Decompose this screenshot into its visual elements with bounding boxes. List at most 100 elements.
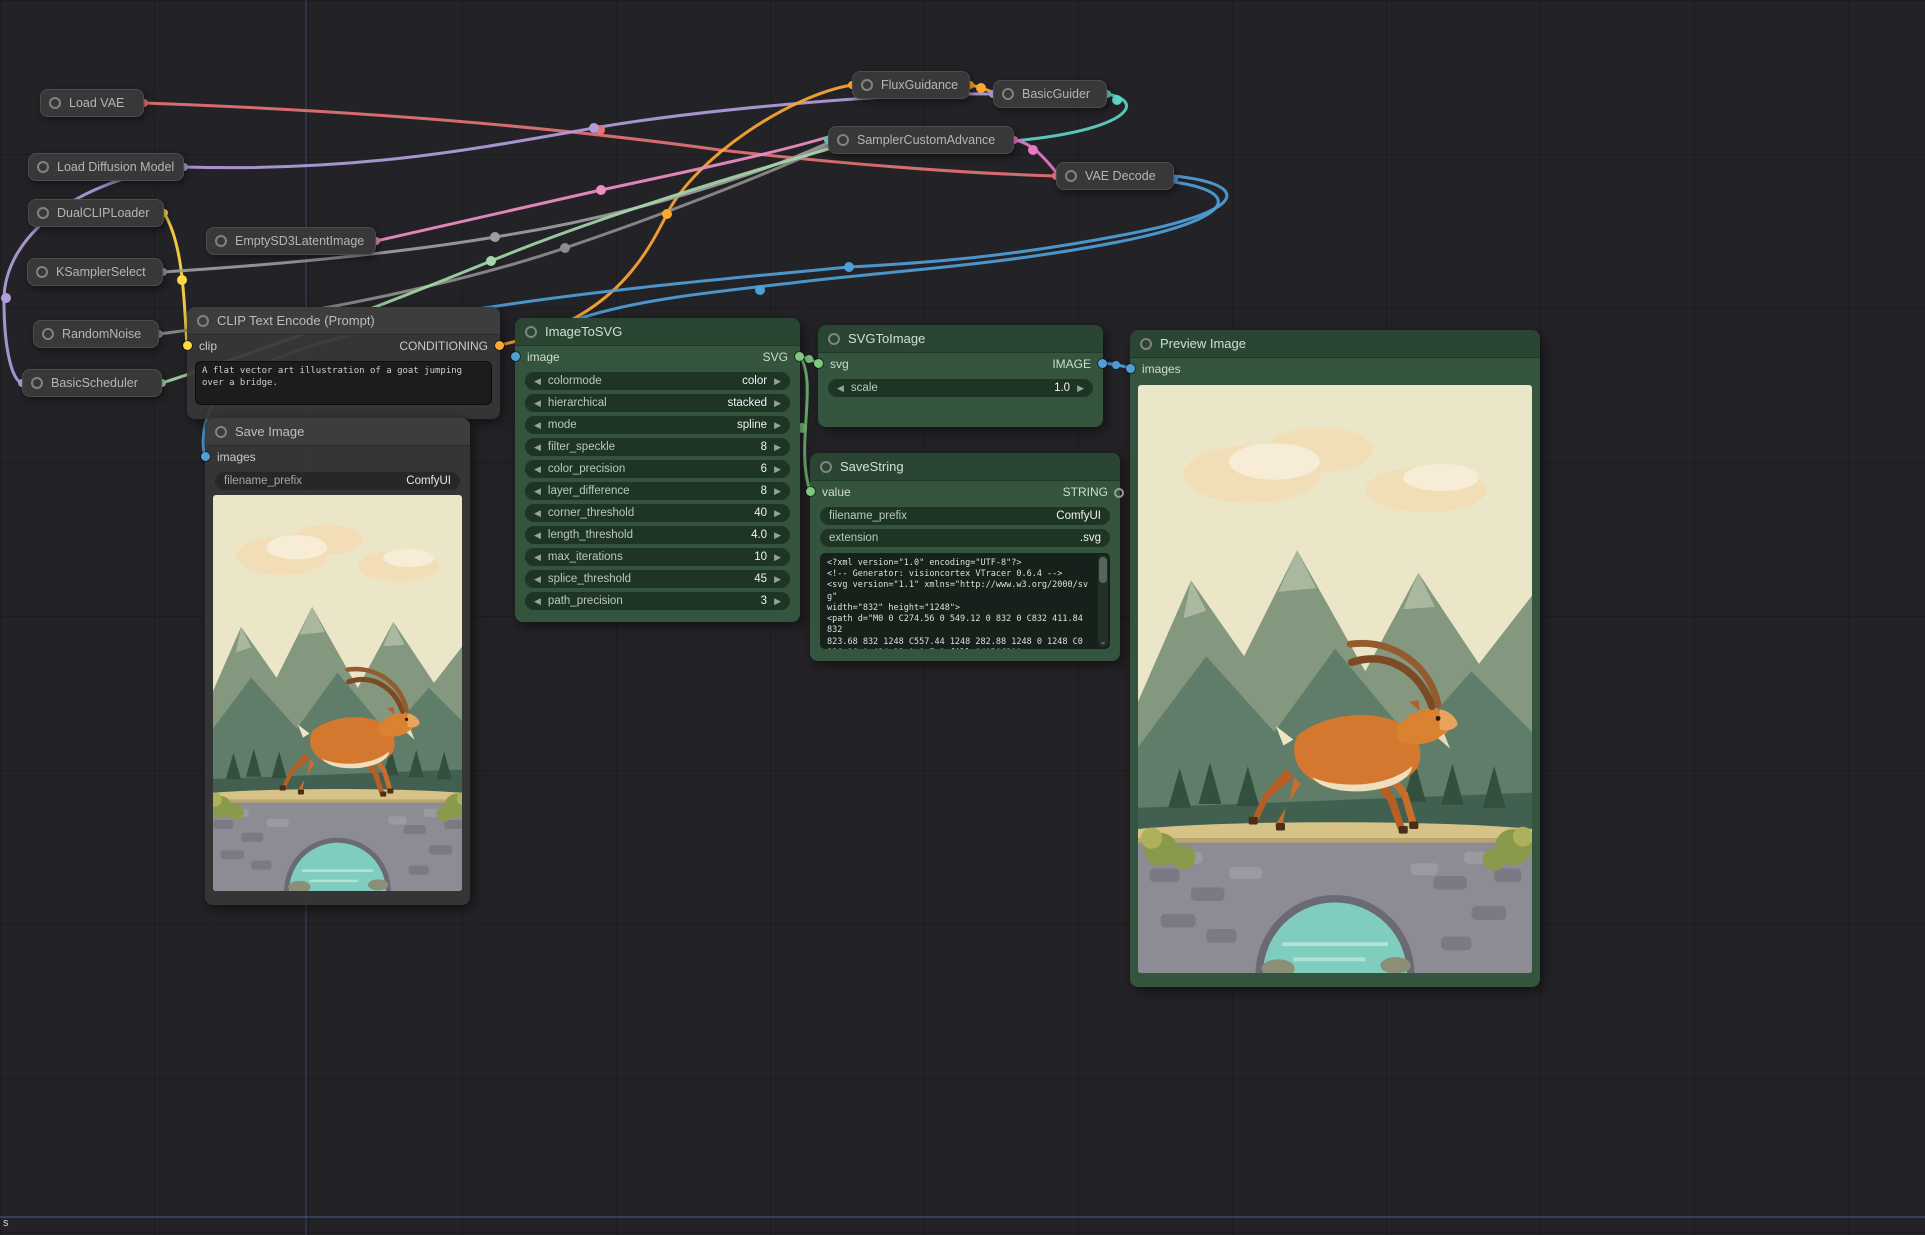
collapse-dot-icon[interactable] bbox=[820, 461, 832, 473]
decrement-icon[interactable]: ◀ bbox=[534, 487, 541, 496]
node-emptysd3latentimage[interactable]: EmptySD3LatentImage bbox=[206, 227, 376, 255]
input-slot-value[interactable] bbox=[806, 487, 815, 496]
node-vae-decode[interactable]: VAE Decode bbox=[1056, 162, 1174, 190]
increment-icon[interactable]: ▶ bbox=[774, 597, 781, 606]
collapse-dot-icon[interactable] bbox=[1002, 88, 1014, 100]
output-slot-image[interactable] bbox=[1098, 359, 1107, 368]
node-header[interactable]: SaveString bbox=[810, 453, 1120, 481]
increment-icon[interactable]: ▶ bbox=[774, 421, 781, 430]
decrement-icon[interactable]: ◀ bbox=[534, 465, 541, 474]
link-midpoint-dot[interactable] bbox=[490, 232, 500, 242]
decrement-icon[interactable]: ◀ bbox=[534, 575, 541, 584]
collapse-dot-icon[interactable] bbox=[36, 266, 48, 278]
widget-splice-threshold[interactable]: ◀ splice_threshold 45 ▶ bbox=[525, 570, 790, 588]
collapse-dot-icon[interactable] bbox=[197, 315, 209, 327]
decrement-icon[interactable]: ◀ bbox=[534, 509, 541, 518]
node-clip-text-encode[interactable]: CLIP Text Encode (Prompt) clip CONDITION… bbox=[187, 307, 500, 419]
increment-icon[interactable]: ▶ bbox=[774, 553, 781, 562]
widget-max-iterations[interactable]: ◀ max_iterations 10 ▶ bbox=[525, 548, 790, 566]
widget-length-threshold[interactable]: ◀ length_threshold 4.0 ▶ bbox=[525, 526, 790, 544]
collapse-dot-icon[interactable] bbox=[31, 377, 43, 389]
increment-icon[interactable]: ▶ bbox=[774, 487, 781, 496]
link-midpoint-dot[interactable] bbox=[486, 256, 496, 266]
collapse-dot-icon[interactable] bbox=[828, 333, 840, 345]
widget-layer-difference[interactable]: ◀ layer_difference 8 ▶ bbox=[525, 482, 790, 500]
node-dualcliploader[interactable]: DualCLIPLoader bbox=[28, 199, 164, 227]
widget-extension[interactable]: extension .svg bbox=[820, 529, 1110, 547]
increment-icon[interactable]: ▶ bbox=[774, 443, 781, 452]
string-preview-area[interactable]: <?xml version="1.0" encoding="UTF-8"?> <… bbox=[820, 553, 1110, 649]
scrollbar[interactable]: ⌄ bbox=[1098, 555, 1108, 647]
widget-filter-speckle[interactable]: ◀ filter_speckle 8 ▶ bbox=[525, 438, 790, 456]
collapse-dot-icon[interactable] bbox=[42, 328, 54, 340]
link-midpoint-dot[interactable] bbox=[844, 262, 854, 272]
collapse-dot-icon[interactable] bbox=[215, 235, 227, 247]
collapse-dot-icon[interactable] bbox=[49, 97, 61, 109]
svg-source-text[interactable]: <?xml version="1.0" encoding="UTF-8"?> <… bbox=[820, 553, 1110, 649]
decrement-icon[interactable]: ◀ bbox=[837, 384, 844, 393]
increment-icon[interactable]: ▶ bbox=[774, 377, 781, 386]
widget-scale[interactable]: ◀ scale 1.0 ▶ bbox=[828, 379, 1093, 397]
node-ksamplerselect[interactable]: KSamplerSelect bbox=[27, 258, 163, 286]
node-header[interactable]: SVGToImage bbox=[818, 325, 1103, 353]
link-midpoint-dot[interactable] bbox=[976, 83, 986, 93]
prompt-textarea[interactable]: A flat vector art illustration of a goat… bbox=[195, 361, 492, 405]
output-slot-conditioning[interactable] bbox=[495, 341, 504, 350]
node-svgtoimage[interactable]: SVGToImage svg IMAGE ◀ scale 1.0 ▶ bbox=[818, 325, 1103, 427]
link-midpoint-dot[interactable] bbox=[596, 185, 606, 195]
decrement-icon[interactable]: ◀ bbox=[534, 553, 541, 562]
node-load-diffusion-model[interactable]: Load Diffusion Model bbox=[28, 153, 184, 181]
link-midpoint-dot[interactable] bbox=[560, 243, 570, 253]
collapse-dot-icon[interactable] bbox=[837, 134, 849, 146]
scroll-down-icon[interactable]: ⌄ bbox=[1098, 638, 1108, 646]
node-load-vae[interactable]: Load VAE bbox=[40, 89, 144, 117]
collapse-dot-icon[interactable] bbox=[1140, 338, 1152, 350]
widget-mode[interactable]: ◀ mode spline ▶ bbox=[525, 416, 790, 434]
widget-path-precision[interactable]: ◀ path_precision 3 ▶ bbox=[525, 592, 790, 610]
input-slot-image[interactable] bbox=[511, 352, 520, 361]
widget-filename-prefix[interactable]: filename_prefix ComfyUI bbox=[215, 472, 460, 490]
node-save-image[interactable]: Save Image images filename_prefix ComfyU… bbox=[205, 418, 470, 905]
collapse-dot-icon[interactable] bbox=[37, 207, 49, 219]
node-randomnoise[interactable]: RandomNoise bbox=[33, 320, 159, 348]
collapse-dot-icon[interactable] bbox=[525, 326, 537, 338]
input-slot-svg[interactable] bbox=[814, 359, 823, 368]
node-preview-image[interactable]: Preview Image images bbox=[1130, 330, 1540, 987]
node-basicguider[interactable]: BasicGuider bbox=[993, 80, 1107, 108]
node-savestring[interactable]: SaveString value STRING filename_prefix … bbox=[810, 453, 1120, 661]
widget-corner-threshold[interactable]: ◀ corner_threshold 40 ▶ bbox=[525, 504, 790, 522]
increment-icon[interactable]: ▶ bbox=[1077, 384, 1084, 393]
link-midpoint-dot[interactable] bbox=[589, 123, 599, 133]
decrement-icon[interactable]: ◀ bbox=[534, 421, 541, 430]
collapse-dot-icon[interactable] bbox=[37, 161, 49, 173]
node-graph-canvas[interactable]: { "misc": {"stray": "s"}, "icons": { "ar… bbox=[0, 0, 1925, 1235]
link-midpoint-dot[interactable] bbox=[805, 355, 813, 363]
node-samplercustomadvance[interactable]: SamplerCustomAdvance bbox=[828, 126, 1014, 154]
link-midpoint-dot[interactable] bbox=[1112, 95, 1122, 105]
wire-conditioning[interactable] bbox=[500, 85, 852, 345]
collapse-dot-icon[interactable] bbox=[861, 79, 873, 91]
link-midpoint-dot[interactable] bbox=[1028, 145, 1038, 155]
link-midpoint-dot[interactable] bbox=[1112, 361, 1120, 369]
decrement-icon[interactable]: ◀ bbox=[534, 377, 541, 386]
wire-conditioning-guider[interactable] bbox=[970, 85, 993, 92]
increment-icon[interactable]: ▶ bbox=[774, 575, 781, 584]
collapse-dot-icon[interactable] bbox=[1065, 170, 1077, 182]
output-slot-svg[interactable] bbox=[795, 352, 804, 361]
collapse-dot-icon[interactable] bbox=[215, 426, 227, 438]
node-header[interactable]: ImageToSVG bbox=[515, 318, 800, 346]
link-midpoint-dot[interactable] bbox=[595, 125, 605, 135]
link-midpoint-dot[interactable] bbox=[1, 293, 11, 303]
decrement-icon[interactable]: ◀ bbox=[534, 597, 541, 606]
node-header[interactable]: CLIP Text Encode (Prompt) bbox=[187, 307, 500, 335]
decrement-icon[interactable]: ◀ bbox=[534, 531, 541, 540]
node-header[interactable]: Save Image bbox=[205, 418, 470, 446]
link-midpoint-dot[interactable] bbox=[177, 275, 187, 285]
node-basicscheduler[interactable]: BasicScheduler bbox=[22, 369, 162, 397]
wire-latent[interactable] bbox=[376, 137, 828, 241]
widget-filename-prefix[interactable]: filename_prefix ComfyUI bbox=[820, 507, 1110, 525]
input-slot-clip[interactable] bbox=[183, 341, 192, 350]
scrollbar-thumb[interactable] bbox=[1099, 557, 1107, 583]
decrement-icon[interactable]: ◀ bbox=[534, 443, 541, 452]
wire-clip[interactable] bbox=[164, 213, 187, 345]
